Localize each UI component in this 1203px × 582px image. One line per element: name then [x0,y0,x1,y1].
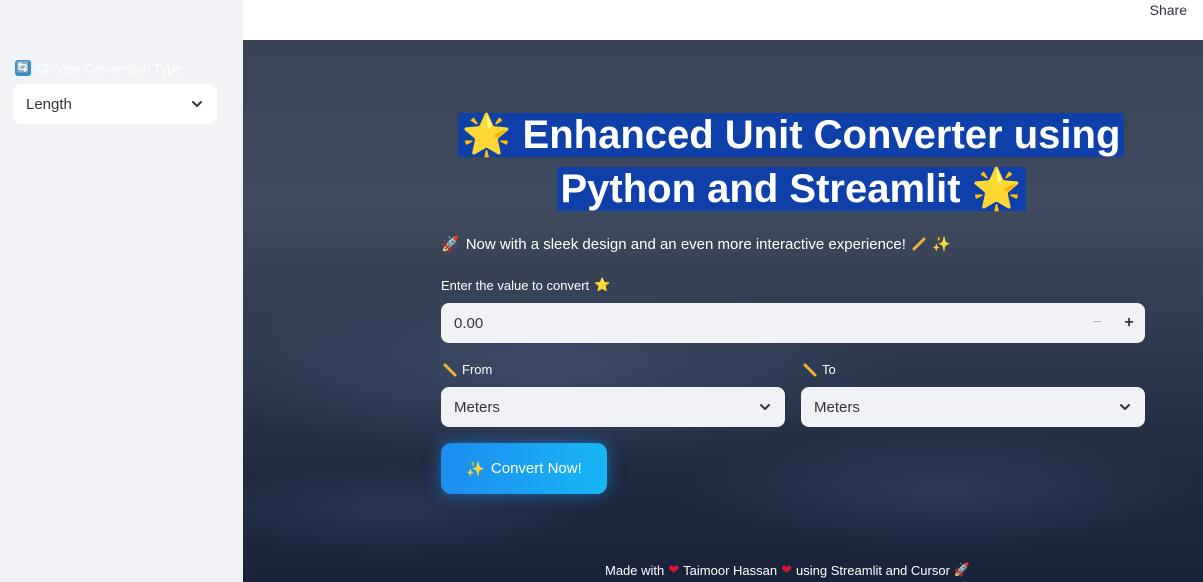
convert-button[interactable]: ✨ Convert Now! [441,443,607,494]
to-unit-select[interactable]: Meters [801,387,1145,427]
footer-author: Taimoor Hassan [683,563,778,578]
top-header: Share [243,0,1203,40]
sparkles-icon: ✨ [931,235,951,253]
value-input-label: Enter the value to convert ⭐ [441,278,610,293]
share-button[interactable]: Share [1150,2,1187,18]
value-input-label-text: Enter the value to convert [441,278,590,293]
value-number-input[interactable]: 0.00 − + [441,303,1145,343]
title-line-1: Enhanced Unit Converter using [522,113,1121,157]
rocket-icon: 🚀 [953,563,971,578]
main-content: 🌟 Enhanced Unit Converter using Python a… [243,40,1203,582]
subtitle-text: Now with a sleek design and an even more… [465,235,906,253]
increment-button[interactable]: + [1113,303,1145,343]
from-label-text: From [462,362,493,377]
decrement-button[interactable]: − [1081,303,1113,343]
conversion-type-value: Length [26,95,72,113]
ruler-icon [803,363,817,376]
rocket-icon: 🚀 [441,235,460,253]
footer-credit: Made with ❤ Taimoor Hassan ❤ using Strea… [605,563,970,578]
chevron-down-icon [1120,404,1130,410]
title-line-2: Python and Streamlit [560,167,961,211]
value-input-text[interactable]: 0.00 [454,315,1081,332]
star-icon: 🌟 [461,112,512,158]
star-icon: 🌟 [971,166,1022,212]
to-label-text: To [822,362,836,377]
sparkles-icon: ✨ [466,459,485,478]
to-unit-value: Meters [814,398,860,416]
page-title: 🌟 Enhanced Unit Converter using Python a… [441,108,1141,216]
heart-icon: ❤ [781,563,792,578]
conversion-type-label: 🔄 Choose Conversion Type [15,59,182,77]
subtitle: 🚀 Now with a sleek design and an even mo… [441,235,951,253]
ruler-icon [443,363,457,376]
from-label: From [443,362,492,377]
footer-suffix: using Streamlit and Cursor [796,563,950,578]
conversion-type-label-text: Choose Conversion Type [36,60,182,76]
from-unit-value: Meters [454,398,500,416]
from-unit-select[interactable]: Meters [441,387,785,427]
chevron-down-icon [192,101,202,107]
to-label: To [803,362,836,377]
star-icon: ⭐ [594,278,611,293]
refresh-icon: 🔄 [15,60,31,76]
conversion-type-select[interactable]: Length [13,84,217,124]
heart-icon: ❤ [668,563,680,578]
chevron-down-icon [760,404,770,410]
convert-button-label: Convert Now! [490,460,582,477]
footer-prefix: Made with [605,563,665,578]
ruler-icon [912,237,926,251]
sidebar: 🔄 Choose Conversion Type Length [0,0,243,582]
